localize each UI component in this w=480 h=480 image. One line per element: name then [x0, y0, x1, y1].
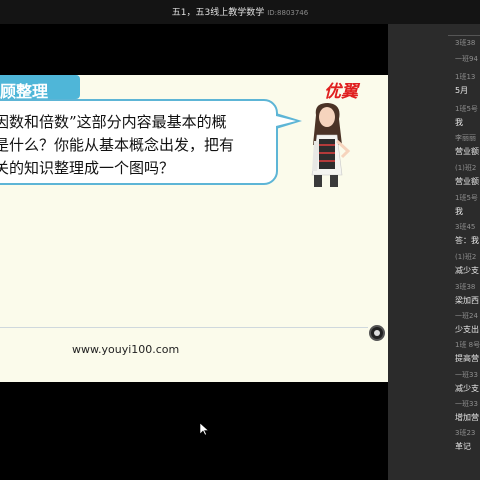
chat-sender: 1班13 [455, 73, 476, 81]
bubble-tail-fill [276, 116, 296, 126]
chat-message: 1班5号我 [455, 193, 478, 217]
chat-text: 5月 [455, 86, 469, 95]
question-line-1: 因数和倍数”这部分内容最基本的概 [0, 113, 227, 131]
chat-sender: 1班5号 [455, 105, 478, 113]
chat-scroll-handle[interactable] [448, 24, 480, 36]
chat-sender: 1班 8号 [455, 341, 480, 349]
chat-text: 我 [455, 118, 463, 127]
chat-text: 革记 [455, 442, 471, 451]
presentation-slide: 顾整理 优翼 因数和倍数”这部分内容最基本的概 是什么？你能从基本概念出发，把有… [0, 75, 388, 382]
question-bubble: 因数和倍数”这部分内容最基本的概 是什么？你能从基本概念出发，把有 关的知识整理… [0, 99, 278, 185]
chat-sender: 3班45 [455, 223, 476, 231]
chat-text: 营业额 [455, 177, 479, 186]
mouse-cursor-icon [200, 423, 209, 436]
chat-message: 一班33 增加营 [455, 399, 479, 423]
chat-message: 3班38 [455, 38, 475, 51]
chat-sender: 一班94 [455, 55, 478, 63]
chat-text: 梁加西 [455, 296, 479, 305]
chat-message: 一班33 减少支 [455, 370, 479, 394]
chat-message: 李丽丽 营业额 [455, 133, 479, 157]
slide-url: www.youyi100.com [72, 343, 180, 356]
chat-text: 营业额 [455, 147, 479, 156]
slide-footer-line [0, 327, 368, 328]
chat-message: (1)班2 减少支 [455, 252, 479, 276]
brand-logo: 优翼 [324, 82, 358, 102]
chat-message: 一班24 少支出 [455, 311, 479, 335]
class-title: 五1，五3线上教学数学 [171, 8, 265, 18]
chat-sender: 3班38 [455, 39, 476, 47]
chat-sender: 3班38 [455, 283, 476, 291]
chat-sender: (1)班2 [455, 253, 477, 261]
chat-message: 1班5号我 [455, 104, 478, 128]
chat-sender: 3班23 [455, 429, 476, 437]
chat-text: 我 [455, 207, 463, 216]
chat-text: 增加营 [455, 413, 479, 422]
chat-sender: 李丽丽 [455, 134, 476, 142]
question-line-2: 是什么？你能从基本概念出发，把有 [0, 136, 235, 154]
chat-message: 1班 8号提高营 [455, 340, 480, 364]
chat-message: 3班45 答：我 [455, 222, 479, 246]
question-line-3: 关的知识整理成一个图吗？ [0, 159, 175, 177]
room-id: ID:8803746 [267, 9, 309, 17]
title-bar: 五1，五3线上教学数学 ID:8803746 [0, 0, 480, 24]
chat-text: 减少支 [455, 384, 479, 393]
chat-sender: 一班33 [455, 371, 478, 379]
chat-text: 提高营 [455, 354, 479, 363]
chat-sender: (1)班2 [455, 164, 477, 172]
window-title: 五1，五3线上教学数学 ID:8803746 [0, 5, 480, 18]
teacher-illustration [311, 103, 351, 187]
chat-text: 减少支 [455, 266, 479, 275]
chat-text: 少支出 [455, 325, 479, 334]
chat-message: 一班94 [455, 54, 478, 67]
chat-sender: 一班24 [455, 312, 478, 320]
section-tag: 顾整理 [0, 75, 80, 101]
record-button[interactable] [369, 325, 385, 341]
chat-sender: 1班5号 [455, 194, 478, 202]
chat-text: 答：我 [455, 236, 479, 245]
chat-message: 1班13 5月 [455, 72, 475, 96]
chat-sender: 一班33 [455, 400, 478, 408]
chat-message: (1)班2 营业额 [455, 163, 479, 187]
chat-message: 3班38 梁加西 [455, 282, 479, 306]
chat-message: 3班23 革记 [455, 428, 475, 452]
